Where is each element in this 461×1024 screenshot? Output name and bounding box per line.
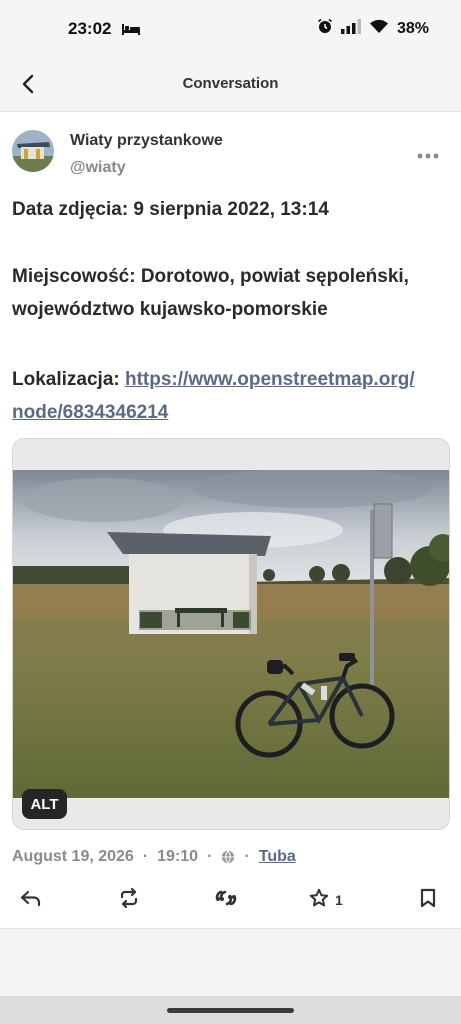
bookmark-icon	[420, 888, 436, 913]
signal-icon	[340, 18, 361, 39]
account-handle[interactable]: @wiaty	[70, 159, 126, 177]
sleep-bed-icon	[122, 22, 140, 40]
boost-button[interactable]	[118, 886, 140, 914]
favourite-button[interactable]: 1	[309, 886, 343, 914]
action-bar: 1	[0, 880, 461, 920]
post-date[interactable]: August 19, 2026	[12, 848, 134, 866]
page-title: Conversation	[182, 75, 279, 92]
more-options-button[interactable]	[417, 146, 441, 160]
favourites-count: 1	[335, 892, 343, 908]
reply-icon	[20, 889, 42, 912]
status-bar: 23:02 38%	[0, 0, 461, 58]
more-dots-icon	[417, 146, 439, 163]
bus-shelter-photo[interactable]	[13, 470, 449, 798]
battery-level: 38%	[396, 19, 429, 37]
post-text-place-line-1: Miejscowość: Dorotowo, powiat sępoleński…	[12, 266, 409, 287]
display-name[interactable]: Wiaty przystankowe	[70, 132, 223, 150]
post-text-location: Lokalizacja: https://www.openstreetmap.o…	[12, 363, 452, 429]
alarm-clock-icon	[317, 18, 333, 39]
post-text-place: Miejscowość: Dorotowo, powiat sępoleński…	[12, 260, 452, 326]
osm-link[interactable]: https://www.openstreetmap.org/	[125, 369, 415, 390]
reply-button[interactable]	[20, 886, 42, 914]
meta-separator: ·	[244, 848, 250, 865]
alt-text-badge[interactable]: ALT	[22, 789, 67, 819]
post-text-place-line-2: województwo kujawsko-pomorskie	[12, 299, 328, 320]
quote-icon	[215, 890, 237, 911]
wifi-icon	[369, 19, 389, 39]
home-indicator[interactable]	[167, 1008, 294, 1013]
avatar[interactable]	[12, 130, 54, 172]
status-time: 23:02	[68, 19, 112, 38]
post-meta: August 19, 2026 · 19:10 · · Tuba	[12, 848, 296, 866]
app-bar: Conversation	[0, 58, 461, 112]
boost-icon	[118, 887, 140, 913]
quote-button[interactable]	[215, 886, 237, 914]
post-time[interactable]: 19:10	[157, 848, 198, 866]
meta-separator: ·	[207, 848, 213, 865]
osm-link-continued[interactable]: node/6834346214	[12, 402, 168, 423]
star-icon	[309, 888, 329, 913]
server-link[interactable]: Tuba	[259, 848, 296, 866]
post-text-date: Data zdjęcia: 9 sierpnia 2022, 13:14	[12, 199, 329, 220]
meta-separator: ·	[142, 848, 149, 865]
media-attachment[interactable]: ALT	[12, 438, 450, 830]
bookmark-button[interactable]	[420, 886, 436, 914]
globe-icon	[221, 850, 235, 864]
location-label: Lokalizacja:	[12, 369, 125, 390]
